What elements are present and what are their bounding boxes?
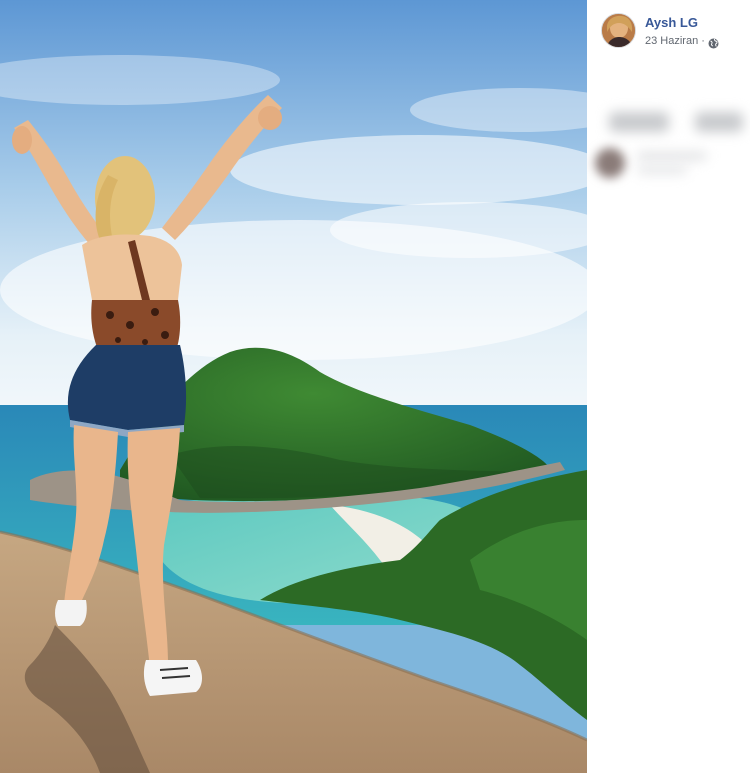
denim-shorts [67,345,187,430]
blurred-comments [587,90,750,200]
globe-icon[interactable] [708,36,719,48]
post-sidebar: Aysh LG 23 Haziran · [587,0,750,773]
author-block: Aysh LG 23 Haziran · [645,15,719,48]
photo-scene [0,0,587,773]
avatar[interactable] [601,13,636,48]
post-header: Aysh LG 23 Haziran · [601,13,719,53]
blurred-block [609,112,669,132]
post-meta: 23 Haziran · [645,34,719,48]
post-photo[interactable] [0,0,587,773]
post-date-link[interactable]: 23 Haziran [645,34,698,48]
left-sneaker [55,600,87,626]
left-hand [12,126,32,154]
meta-separator: · [701,35,705,47]
blurred-block [637,152,707,160]
blurred-block [695,112,743,132]
blurred-block [637,166,687,174]
right-hand [258,106,282,130]
author-name-link[interactable]: Aysh LG [645,15,719,31]
blurred-avatar [595,148,625,178]
leopard-top [91,300,181,350]
